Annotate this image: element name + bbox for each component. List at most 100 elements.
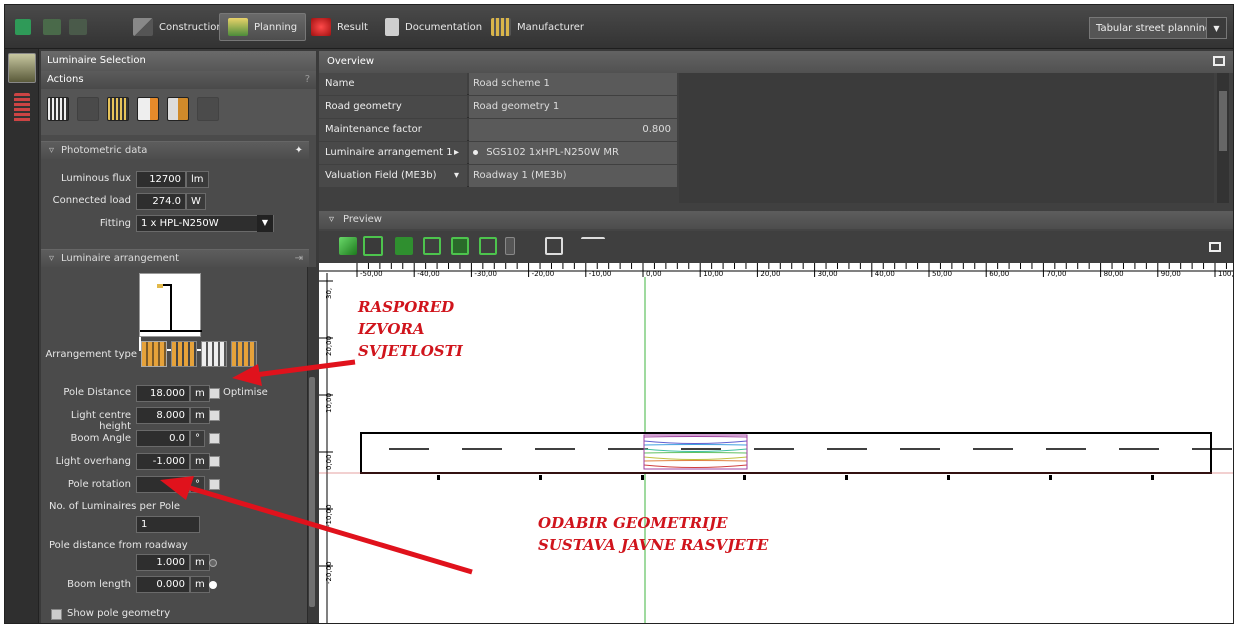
row-label: Valuation Field (ME3b) ▾ <box>319 165 467 187</box>
boom-angle-label: Boom Angle <box>70 433 131 444</box>
help-icon[interactable]: ? <box>305 71 310 89</box>
luminaire-selection-icon[interactable] <box>8 53 36 83</box>
pole-marker <box>1151 475 1154 480</box>
panel-scrollbar[interactable] <box>307 267 316 623</box>
view-front-icon[interactable] <box>395 237 413 255</box>
measure-icon[interactable] <box>581 237 605 255</box>
row-value[interactable]: SGS102 1xHPL-N250W MR <box>469 142 677 164</box>
x-tick-label: -40,00 <box>417 270 440 278</box>
overview-row-name[interactable]: Name Road scheme 1 <box>319 73 677 95</box>
arrangement-type-double-sided-icon[interactable] <box>171 341 197 367</box>
overview-row-luminaire-arrangement[interactable]: Luminaire arrangement 1 ▸ SGS102 1xHPL-N… <box>319 142 677 164</box>
tab-manufacturer[interactable]: Manufacturer <box>483 13 592 41</box>
arrangement-type-opposite-icon[interactable] <box>231 341 257 367</box>
overview-scrollbar[interactable] <box>1217 73 1229 203</box>
arrangement-type-single-sided-icon[interactable] <box>141 341 167 367</box>
pole-marker <box>539 475 542 480</box>
pole-distance-roadway-field[interactable]: 1.000 <box>136 554 190 571</box>
chevron-down-icon[interactable]: ▾ <box>454 165 459 187</box>
row-value[interactable]: 0.800 <box>469 119 677 141</box>
pole-rotation-checkbox[interactable] <box>209 479 220 490</box>
expand-arrow-icon[interactable]: ▸ <box>454 142 459 164</box>
pole-distance-roadway-radio[interactable] <box>209 559 217 567</box>
y-tick-label: -20,00 <box>325 561 333 584</box>
import-icon[interactable] <box>167 97 189 121</box>
optimise-checkbox[interactable] <box>209 388 220 399</box>
y-tick-label: -10,00 <box>325 504 333 527</box>
boom-length-field[interactable]: 0.000 <box>136 576 190 593</box>
light-centre-height-field[interactable]: 8.000 <box>136 407 190 424</box>
arrangement-header[interactable]: Luminaire arrangement ⇥ <box>41 249 309 268</box>
pole-distance-roadway-unit: m <box>190 554 210 571</box>
luminaire-list-icon[interactable] <box>14 93 30 123</box>
luminaires-per-pole-label: No. of Luminaires per Pole <box>49 501 181 512</box>
disabled-tool-icon[interactable] <box>197 97 219 121</box>
light-overhang-field[interactable]: -1.000 <box>136 453 190 470</box>
chevron-down-icon[interactable]: ▼ <box>1206 18 1226 38</box>
overview-row-road-geometry[interactable]: Road geometry Road geometry 1 <box>319 96 677 118</box>
show-pole-geometry-checkbox[interactable] <box>51 609 62 620</box>
pole-rotation-unit: ° <box>190 476 205 493</box>
view-iso-icon[interactable] <box>479 237 497 255</box>
pole-shape <box>170 284 172 332</box>
luminaire-selection-panel: Luminaire Selection Actions ? Photometri… <box>41 51 316 623</box>
light-centre-height-checkbox[interactable] <box>209 410 220 421</box>
undo-icon[interactable] <box>43 19 61 35</box>
actions-header: Actions ? <box>41 71 316 89</box>
view-side-icon[interactable] <box>423 237 441 255</box>
collapse-arrow-icon[interactable] <box>505 237 515 255</box>
chevron-down-icon[interactable]: ▼ <box>257 215 273 232</box>
row-label-text: Luminaire arrangement 1 <box>325 147 453 158</box>
tab-result-label: Result <box>337 21 368 33</box>
connected-load-field[interactable]: 274.0 <box>136 193 186 210</box>
luminaires-per-pole-field[interactable]: 1 <box>136 516 200 533</box>
mode-select[interactable]: Tabular street planning ▼ <box>1089 17 1227 39</box>
pin-icon[interactable]: ⇥ <box>295 250 303 268</box>
luminaire-move-icon[interactable] <box>77 97 99 121</box>
overview-row-valuation-field[interactable]: Valuation Field (ME3b) ▾ Roadway 1 (ME3b… <box>319 165 677 187</box>
boom-angle-checkbox[interactable] <box>209 433 220 444</box>
pin-icon[interactable]: ✦ <box>295 142 303 160</box>
boom-length-radio[interactable] <box>209 581 217 589</box>
view-back-icon[interactable] <box>451 237 469 255</box>
tab-planning-label: Planning <box>254 21 298 33</box>
row-label-text: Valuation Field (ME3b) <box>325 170 437 181</box>
tab-result[interactable]: Result <box>303 13 376 41</box>
pole-distance-field[interactable]: 18.000 <box>136 385 190 402</box>
x-tick-label: 10,00 <box>703 270 723 278</box>
redo-icon[interactable] <box>69 19 87 35</box>
row-value[interactable]: Road geometry 1 <box>469 96 677 118</box>
luminaire-arrange-icon[interactable] <box>107 97 129 121</box>
arrangement-type-staggered-icon[interactable] <box>201 341 227 367</box>
photometric-header[interactable]: Photometric data ✦ <box>41 141 309 160</box>
scrollbar-thumb[interactable] <box>1219 91 1227 151</box>
view-top-icon[interactable] <box>363 236 383 256</box>
maximize-icon[interactable] <box>1209 242 1221 252</box>
tab-documentation[interactable]: Documentation <box>377 13 490 41</box>
save-icon[interactable] <box>15 19 31 35</box>
row-value[interactable]: Roadway 1 (ME3b) <box>469 165 677 187</box>
pole-distance-label: Pole Distance <box>63 387 131 398</box>
overview-row-maintenance-factor[interactable]: Maintenance factor 0.800 <box>319 119 677 141</box>
annotation-line: ODABIR GEOMETRIJE <box>538 514 728 532</box>
light-overhang-label: Light overhang <box>55 456 131 467</box>
luminous-flux-field[interactable]: 12700 <box>136 171 186 188</box>
row-value[interactable]: Road scheme 1 <box>469 73 677 95</box>
boom-angle-field[interactable]: 0.0 <box>136 430 190 447</box>
x-tick-label: 70,00 <box>1046 270 1066 278</box>
light-overhang-checkbox[interactable] <box>209 456 220 467</box>
fitting-select[interactable]: 1 x HPL-N250W ▼ <box>136 215 274 232</box>
optimise-label: Optimise <box>223 387 268 398</box>
tab-planning[interactable]: Planning <box>219 13 307 41</box>
preview-header[interactable]: Preview <box>319 211 1233 229</box>
zoom-fit-icon[interactable] <box>545 237 563 255</box>
view-3d-icon[interactable] <box>339 237 357 255</box>
tab-construction[interactable]: Construction <box>125 13 231 41</box>
photometric-title: Photometric data <box>61 145 148 156</box>
maximize-icon[interactable] <box>1213 56 1225 66</box>
luminaire-grid-icon[interactable] <box>47 97 69 121</box>
export-icon[interactable] <box>137 97 159 121</box>
scrollbar-thumb[interactable] <box>309 377 315 607</box>
pole-rotation-field[interactable]: 0.0 <box>136 476 190 493</box>
pole-marker <box>947 475 950 480</box>
